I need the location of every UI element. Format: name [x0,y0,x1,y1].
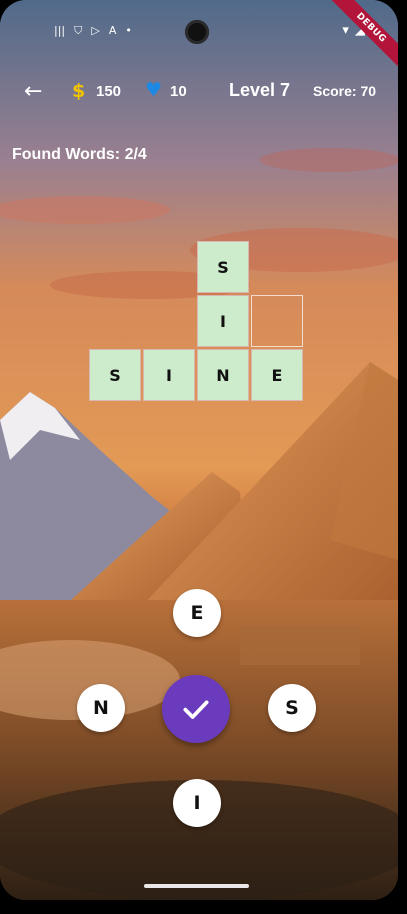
play-store-icon: ▷ [91,24,100,37]
coin-count: 150 [96,83,122,100]
signal-bars-icon: ||| [54,24,66,37]
back-arrow-icon[interactable]: ← [24,80,48,104]
found-words-counter: Found Words: 2/4 [12,146,147,163]
notification-icons: ||| ⛉ ▷ A • [54,24,132,38]
dollar-icon: $ [72,80,86,102]
letter-button-top[interactable]: E [173,589,221,637]
lives-count: 10 [170,83,187,100]
grid-cell-empty [251,295,303,347]
submit-button[interactable] [162,675,230,743]
grid-cell: I [197,295,249,347]
home-indicator[interactable] [144,884,249,888]
letter-button-bottom[interactable]: I [173,779,221,827]
grid-cell: S [89,349,141,401]
letter-button-left[interactable]: N [77,684,125,732]
grid-cell: I [143,349,195,401]
score-label: Score: 70 [313,83,377,99]
grid-cell: N [197,349,249,401]
phone-screen: ||| ⛉ ▷ A • ▾ ◢ ▮ DEBUG ← $ 150 ♥ 10 Lev… [0,0,398,900]
status-bar: ||| ⛉ ▷ A • ▾ ◢ ▮ [0,18,398,46]
background-scene [0,0,398,900]
wifi-icon: ▾ [342,23,349,38]
grid-cell: E [251,349,303,401]
check-icon [183,700,209,719]
camera-cutout [185,20,209,44]
level-title: Level 7 [229,80,291,100]
dot-icon: • [125,24,132,37]
shield-icon: ⛉ [74,24,83,37]
app-a-icon: A [108,24,117,37]
heart-icon: ♥ [145,79,163,101]
grid-cell: S [197,241,249,293]
app-bar: ← $ 150 ♥ 10 Level 7 Score: 70 [0,78,398,106]
letter-button-right[interactable]: S [268,684,316,732]
